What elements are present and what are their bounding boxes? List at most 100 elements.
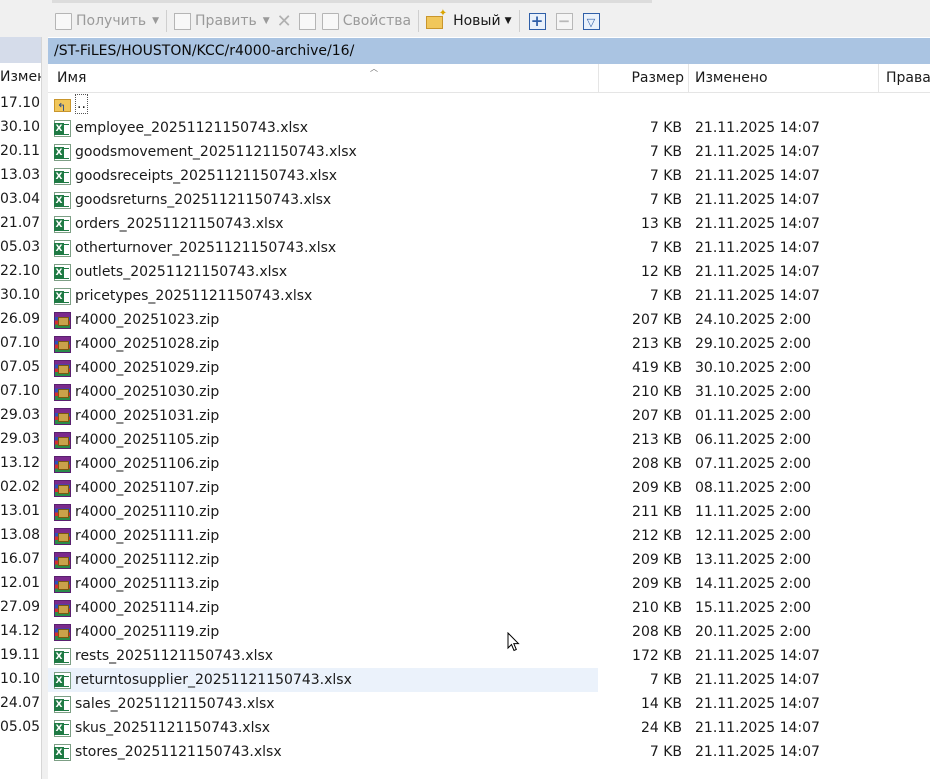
left-list-item-date[interactable]: 05.03.2 xyxy=(0,235,41,259)
column-header-modified[interactable]: Изменено xyxy=(695,64,768,92)
edit-button[interactable]: Править ▼ xyxy=(171,8,273,34)
file-name-cell[interactable]: .. xyxy=(48,92,598,120)
file-row[interactable]: goodsmovement_20251121150743.xlsx 7 KB 21.… xyxy=(48,140,930,164)
file-row[interactable]: rests_20251121150743.xlsx 172 KB 21.11.202… xyxy=(48,644,930,668)
left-list-item-date[interactable]: 10.10.2 xyxy=(0,667,41,691)
left-list-item-date[interactable]: 05.05.2 xyxy=(0,715,41,739)
file-row[interactable]: r4000_20251029.zip 419 KB 30.10.2025 2:00 xyxy=(48,356,930,380)
left-list-item-date[interactable]: 20.11.2 xyxy=(0,139,41,163)
left-list-item-date[interactable]: 29.03.2 xyxy=(0,427,41,451)
column-header-size[interactable]: Размер xyxy=(598,64,684,92)
file-name-cell[interactable]: goodsreturns_20251121150743.xlsx xyxy=(48,188,598,212)
file-name-cell[interactable]: orders_20251121150743.xlsx xyxy=(48,212,598,236)
get-button[interactable]: Получить ▼ xyxy=(52,8,162,34)
left-list-item-date[interactable]: 13.08.2 xyxy=(0,523,41,547)
file-name-cell[interactable]: pricetypes_20251121150743.xlsx xyxy=(48,284,598,308)
file-name-cell[interactable]: r4000_20251106.zip xyxy=(48,452,598,476)
left-list-item-date[interactable]: 30.10.2 xyxy=(0,115,41,139)
path-bar[interactable]: /ST-FiLES/HOUSTON/KCC/r4000-archive/16/ xyxy=(48,38,930,64)
file-name-cell[interactable]: r4000_20251111.zip xyxy=(48,524,598,548)
file-row[interactable]: orders_20251121150743.xlsx 13 KB 21.11.202… xyxy=(48,212,930,236)
left-list-item-date[interactable]: 17.10.2 xyxy=(0,91,41,115)
column-header-rights[interactable]: Права xyxy=(886,64,930,92)
chevron-down-icon[interactable]: ▼ xyxy=(263,16,270,26)
left-list-item-date[interactable]: 19.11.2 xyxy=(0,643,41,667)
chevron-down-icon[interactable]: ▼ xyxy=(152,16,159,26)
file-name-cell[interactable]: skus_20251121150743.xlsx xyxy=(48,716,598,740)
file-name-cell[interactable]: r4000_20251114.zip xyxy=(48,596,598,620)
file-name-cell[interactable]: otherturnover_20251121150743.xlsx xyxy=(48,236,598,260)
new-button[interactable]: Новый ▼ xyxy=(423,8,514,34)
left-list-item-date[interactable]: 24.07.2 xyxy=(0,691,41,715)
file-name-cell[interactable]: outlets_20251121150743.xlsx xyxy=(48,260,598,284)
delete-button[interactable]: ✕ xyxy=(273,8,296,34)
file-row[interactable]: r4000_20251114.zip 210 KB 15.11.2025 2:00 xyxy=(48,596,930,620)
left-list-item-date[interactable]: 13.01.2 xyxy=(0,499,41,523)
file-row[interactable]: r4000_20251106.zip 208 KB 07.11.2025 2:00 xyxy=(48,452,930,476)
file-row[interactable]: r4000_20251111.zip 212 KB 12.11.2025 2:00 xyxy=(48,524,930,548)
file-name-cell[interactable]: r4000_20251029.zip xyxy=(48,356,598,380)
left-path-bar[interactable] xyxy=(0,37,41,63)
left-column-header-modified[interactable]: Измен xyxy=(0,63,41,91)
column-divider[interactable] xyxy=(688,64,689,92)
file-row[interactable]: .. xyxy=(48,92,930,120)
left-list-item-date[interactable]: 27.09.2 xyxy=(0,595,41,619)
file-name-cell[interactable]: r4000_20251113.zip xyxy=(48,572,598,596)
file-name-cell[interactable]: r4000_20251028.zip xyxy=(48,332,598,356)
file-name-cell[interactable]: employee_20251121150743.xlsx xyxy=(48,116,598,140)
file-row[interactable]: r4000_20251119.zip 208 KB 20.11.2025 2:00 xyxy=(48,620,930,644)
file-row[interactable]: skus_20251121150743.xlsx 24 KB 21.11.2025 … xyxy=(48,716,930,740)
file-name-cell[interactable]: r4000_20251105.zip xyxy=(48,428,598,452)
file-name-cell[interactable]: r4000_20251110.zip xyxy=(48,500,598,524)
file-name-cell[interactable]: goodsmovement_20251121150743.xlsx xyxy=(48,140,598,164)
file-row[interactable]: r4000_20251031.zip 207 KB 01.11.2025 2:00 xyxy=(48,404,930,428)
left-list-item-date[interactable]: 13.12.2 xyxy=(0,451,41,475)
file-row[interactable]: r4000_20251030.zip 210 KB 31.10.2025 2:00 xyxy=(48,380,930,404)
left-list-item-date[interactable]: 07.10.2 xyxy=(0,379,41,403)
file-row[interactable]: stores_20251121150743.xlsx 7 KB 21.11.2025… xyxy=(48,740,930,764)
left-list-item-date[interactable]: 07.10.2 xyxy=(0,331,41,355)
file-row[interactable]: r4000_20251023.zip 207 KB 24.10.2025 2:00 xyxy=(48,308,930,332)
file-row[interactable]: returntosupplier_20251121150743.xlsx 7 KB… xyxy=(48,668,930,692)
column-divider[interactable] xyxy=(878,64,879,92)
file-row[interactable]: r4000_20251105.zip 213 KB 06.11.2025 2:00 xyxy=(48,428,930,452)
file-row[interactable]: employee_20251121150743.xlsx 7 KB 21.11.20… xyxy=(48,116,930,140)
left-list-item-date[interactable]: 13.03.2 xyxy=(0,163,41,187)
file-name-cell[interactable]: r4000_20251030.zip xyxy=(48,380,598,404)
file-row[interactable]: r4000_20251107.zip 209 KB 08.11.2025 2:00 xyxy=(48,476,930,500)
file-name-cell[interactable]: sales_20251121150743.xlsx xyxy=(48,692,598,716)
file-row[interactable]: r4000_20251113.zip 209 KB 14.11.2025 2:00 xyxy=(48,572,930,596)
left-list-item-date[interactable]: 07.05.2 xyxy=(0,355,41,379)
file-name-cell[interactable]: returntosupplier_20251121150743.xlsx xyxy=(48,668,598,692)
rename-button[interactable] xyxy=(296,8,319,34)
file-row[interactable]: r4000_20251110.zip 211 KB 11.11.2025 2:00 xyxy=(48,500,930,524)
file-row[interactable]: r4000_20251112.zip 209 KB 13.11.2025 2:00 xyxy=(48,548,930,572)
file-row[interactable]: sales_20251121150743.xlsx 14 KB 21.11.2025… xyxy=(48,692,930,716)
file-name-cell[interactable]: goodsreceipts_20251121150743.xlsx xyxy=(48,164,598,188)
left-list-item-date[interactable]: 21.07.2 xyxy=(0,211,41,235)
select-files-button[interactable]: + xyxy=(528,12,546,30)
filter-button[interactable]: ▽ xyxy=(582,12,600,30)
file-name-cell[interactable]: r4000_20251112.zip xyxy=(48,548,598,572)
file-row[interactable]: r4000_20251028.zip 213 KB 29.10.2025 2:00 xyxy=(48,332,930,356)
left-list-item-date[interactable]: 16.07.2 xyxy=(0,547,41,571)
file-name-cell[interactable]: r4000_20251031.zip xyxy=(48,404,598,428)
file-row[interactable]: goodsreturns_20251121150743.xlsx 7 KB 21.1… xyxy=(48,188,930,212)
left-list-item-date[interactable]: 29.03.2 xyxy=(0,403,41,427)
file-row[interactable]: otherturnover_20251121150743.xlsx 7 KB 21.… xyxy=(48,236,930,260)
left-list-item-date[interactable]: 26.09.2 xyxy=(0,307,41,331)
properties-button[interactable]: Свойства xyxy=(319,8,414,34)
file-name-cell[interactable]: r4000_20251107.zip xyxy=(48,476,598,500)
left-list-item-date[interactable]: 30.10.2 xyxy=(0,283,41,307)
left-list-item-date[interactable]: 22.10.2 xyxy=(0,259,41,283)
file-row[interactable]: goodsreceipts_20251121150743.xlsx 7 KB 21.… xyxy=(48,164,930,188)
file-row[interactable]: outlets_20251121150743.xlsx 12 KB 21.11.20… xyxy=(48,260,930,284)
left-list-item-date[interactable]: 12.01.2 xyxy=(0,571,41,595)
left-list-item-date[interactable]: 02.02.2 xyxy=(0,475,41,499)
left-list-item-date[interactable]: 14.12.2 xyxy=(0,619,41,643)
column-header-name[interactable]: Имя xyxy=(57,64,86,92)
left-list-item-date[interactable]: 03.04.2 xyxy=(0,187,41,211)
file-name-cell[interactable]: stores_20251121150743.xlsx xyxy=(48,740,598,764)
file-name-cell[interactable]: r4000_20251023.zip xyxy=(48,308,598,332)
deselect-files-button[interactable]: − xyxy=(555,12,573,30)
